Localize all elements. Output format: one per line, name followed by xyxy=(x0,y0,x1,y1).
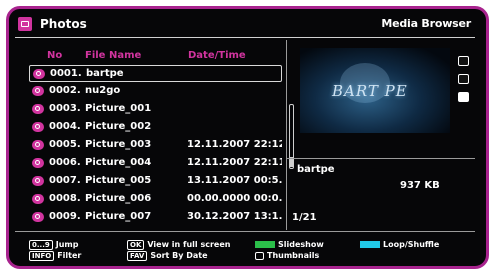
photo-file-icon xyxy=(32,104,44,114)
key-hints: 0...9 Jump INFO Filter OK View in full scre… xyxy=(15,231,475,262)
file-name: Picture_004 xyxy=(85,157,152,168)
file-number: 0001. xyxy=(50,68,82,79)
hint-jump-label: Jump xyxy=(55,240,79,249)
info-divider xyxy=(287,158,475,159)
hint-filter-label: Filter xyxy=(57,251,82,260)
photo-file-icon xyxy=(32,86,44,96)
hint-loop-label: Loop/Shuffle xyxy=(383,240,440,249)
file-number: 0007. xyxy=(49,175,81,186)
hint-jump: 0...9 Jump xyxy=(29,240,78,250)
hint-sort-label: Sort By Date xyxy=(150,251,208,260)
selected-file-size: 937 KB xyxy=(400,180,440,191)
file-number: 0005. xyxy=(49,139,81,150)
hint-slideshow-label: Slideshow xyxy=(278,240,324,249)
file-date: 12.11.2007 22:11... xyxy=(187,157,282,168)
file-number: 0004. xyxy=(49,121,81,132)
file-date: 00.00.0000 00:0... xyxy=(187,193,282,204)
key-ok: OK xyxy=(127,240,145,250)
blue-key-icon xyxy=(360,241,380,248)
photo-file-icon xyxy=(32,140,44,150)
column-header-no: No xyxy=(47,50,63,61)
mode-label: Media Browser xyxy=(381,17,471,30)
file-number: 0008. xyxy=(49,193,81,204)
file-name: Picture_007 xyxy=(85,211,152,222)
hint-fullscreen: OK View in full screen xyxy=(127,240,230,250)
green-key-icon xyxy=(255,241,275,248)
list-item[interactable]: 0004. Picture_002 xyxy=(29,119,282,136)
file-name: Picture_005 xyxy=(85,175,152,186)
file-number: 0009. xyxy=(49,211,81,222)
list-item[interactable]: 0006. Picture_004 12.11.2007 22:11... xyxy=(29,155,282,172)
file-name: Picture_002 xyxy=(85,121,152,132)
hint-thumbnails: Thumbnails xyxy=(255,251,319,261)
photo-file-icon xyxy=(33,69,45,79)
key-0-9: 0...9 xyxy=(29,240,53,250)
photo-file-icon xyxy=(32,212,44,222)
file-name: Picture_003 xyxy=(85,139,152,150)
list-item[interactable]: 0008. Picture_006 00.00.0000 00:0... xyxy=(29,191,282,208)
file-position: 1/21 xyxy=(292,212,317,223)
preview-caption: BART PE xyxy=(332,82,408,100)
photo-icon xyxy=(18,17,32,31)
list-item[interactable]: 0009. Picture_007 30.12.2007 13:1... xyxy=(29,209,282,226)
file-list: No File Name Date/Time 0001. bartpe 0002… xyxy=(15,40,294,230)
file-number: 0002. xyxy=(49,85,81,96)
key-info: INFO xyxy=(29,251,55,261)
selected-file-name: bartpe xyxy=(297,164,335,175)
list-item[interactable]: 0002. nu2go xyxy=(29,83,282,100)
hint-filter: INFO Filter xyxy=(29,251,81,261)
hint-loop: Loop/Shuffle xyxy=(360,240,439,250)
pane-divider xyxy=(286,40,287,230)
file-name: bartpe xyxy=(86,68,124,79)
list-item[interactable]: 0003. Picture_001 xyxy=(29,101,282,118)
list-item[interactable]: 0007. Picture_005 13.11.2007 00:5... xyxy=(29,173,282,190)
file-date: 13.11.2007 00:5... xyxy=(187,175,282,186)
list-item[interactable]: 0005. Picture_003 12.11.2007 22:12... xyxy=(29,137,282,154)
photo-file-icon xyxy=(32,194,44,204)
title-bar: Photos Media Browser xyxy=(15,15,475,38)
stop-icon[interactable] xyxy=(458,92,469,102)
hint-slideshow: Slideshow xyxy=(255,240,324,250)
file-number: 0006. xyxy=(49,157,81,168)
file-name: nu2go xyxy=(85,85,121,96)
photo-file-icon xyxy=(32,176,44,186)
file-date: 30.12.2007 13:1... xyxy=(187,211,282,222)
file-name: Picture_001 xyxy=(85,103,152,114)
thumbnails-icon xyxy=(255,252,264,260)
column-header-date-time: Date/Time xyxy=(188,50,246,61)
file-date: 12.11.2007 22:12... xyxy=(187,139,282,150)
column-header-file-name: File Name xyxy=(85,50,142,61)
shuffle-icon[interactable] xyxy=(458,74,469,84)
file-name: Picture_006 xyxy=(85,193,152,204)
list-scrollbar[interactable] xyxy=(289,104,294,169)
repeat-icon[interactable] xyxy=(458,56,469,66)
photo-file-icon xyxy=(32,122,44,132)
page-title: Photos xyxy=(40,17,87,31)
file-number: 0003. xyxy=(49,103,81,114)
photo-file-icon xyxy=(32,158,44,168)
hint-thumbnails-label: Thumbnails xyxy=(267,251,320,260)
image-preview: BART PE xyxy=(300,48,450,133)
hint-fullscreen-label: View in full screen xyxy=(147,240,231,249)
list-item[interactable]: 0001. bartpe xyxy=(29,65,282,82)
key-fav: FAV xyxy=(127,251,148,261)
hint-sort: FAV Sort By Date xyxy=(127,251,208,261)
